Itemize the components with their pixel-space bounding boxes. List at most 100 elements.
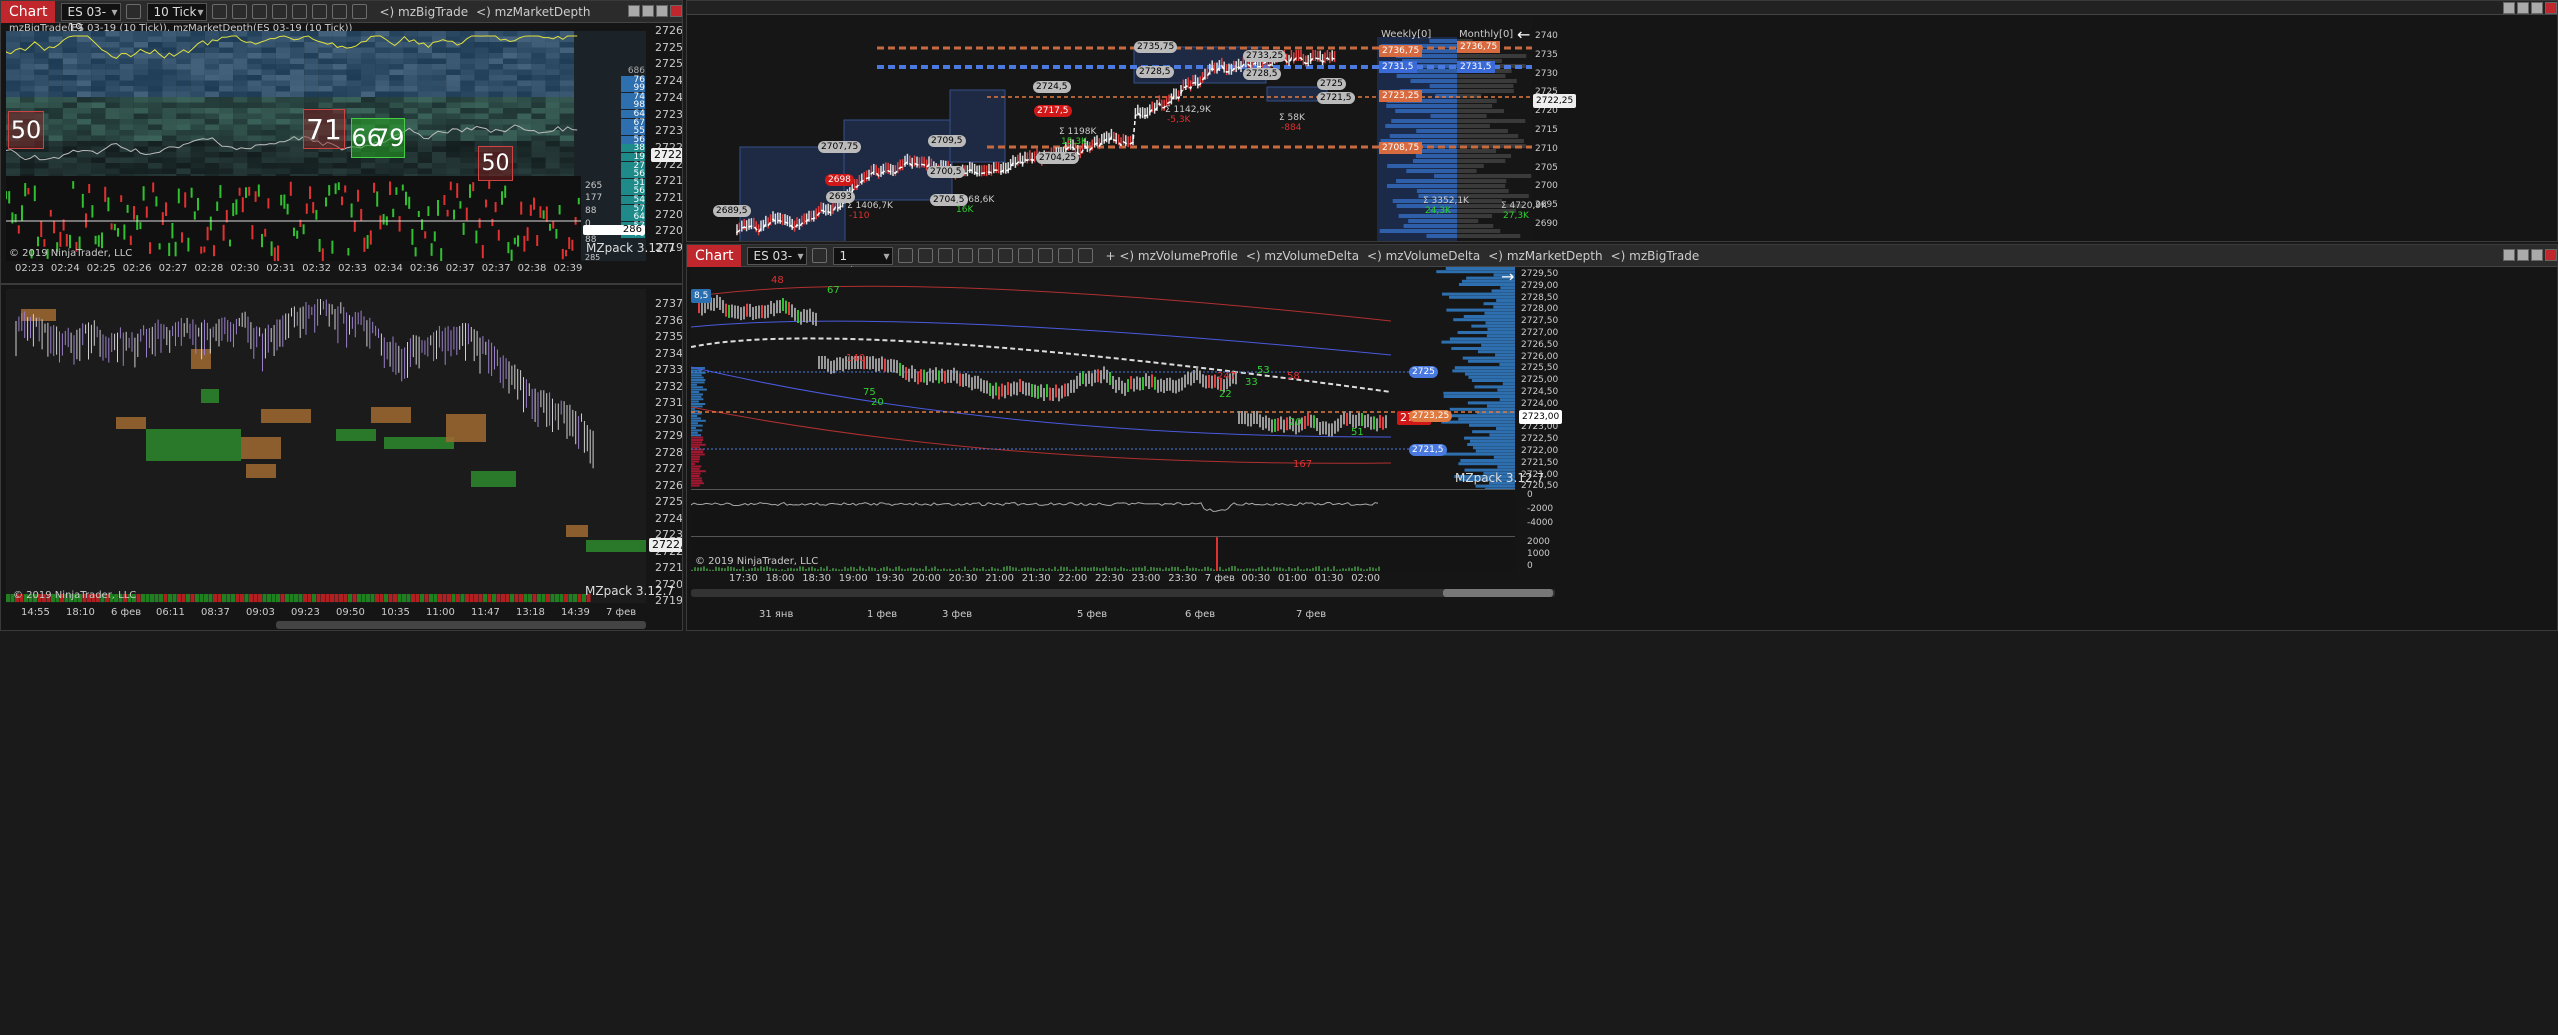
volume-bar [736,569,738,571]
scroll-thumb[interactable] [1443,589,1553,597]
chart-badge[interactable]: Chart [1,1,56,23]
interval-select[interactable]: 10 Tick [147,2,208,21]
minimize-button[interactable] [2503,2,2515,14]
depth-cell [332,36,347,42]
pointer-icon[interactable] [272,4,288,19]
zoom-out-icon[interactable] [938,248,954,263]
depth-cell [219,108,234,114]
depth-cell [432,135,447,141]
collapse-arrow-icon[interactable]: ← [1517,25,1530,44]
close-button[interactable] [670,5,682,17]
zoom-in-icon[interactable] [918,248,934,263]
chart-badge[interactable]: Chart [687,245,742,267]
time-axis[interactable]: 14:55 18:10 6 фев 06:11 08:37 09:03 09:23 09:50… [1,607,641,621]
depth-cell [361,42,376,48]
depth-cell [62,102,77,108]
search-icon[interactable] [126,4,142,19]
volume-bar [967,569,969,571]
depth-cell [375,102,390,108]
volume-bar [1234,566,1236,571]
minimize-button[interactable] [628,5,640,17]
depth-cell [517,157,532,163]
maximize-button[interactable] [2517,2,2529,14]
volume-bar [1348,567,1350,571]
indicator-button-mzbigtrade[interactable]: <) mzBigTrade [379,5,468,19]
volume-bar [1054,566,1056,571]
screenshot-icon[interactable] [1058,248,1074,263]
indicator-button-mzvolumedelta[interactable]: <) mzVolumeDelta [1246,249,1359,263]
depth-cell [346,157,361,163]
properties-icon[interactable] [998,248,1014,263]
instrument-select[interactable]: ES 03-19 [61,2,122,35]
zoom-in-icon[interactable] [232,4,248,19]
volume-bar [204,594,208,602]
big-trade-box[interactable]: 66 79 [351,118,405,158]
maximize-button[interactable] [2517,249,2529,261]
horizontal-scrollbar[interactable] [276,621,646,629]
strategies-icon[interactable] [352,4,368,19]
price-axis[interactable]: 2726,002725,502725,002724,502724,002723,… [649,24,682,266]
delta-subpanel[interactable] [691,489,1515,535]
indicator-button-mzvolumedelta-2[interactable]: <) mzVolumeDelta [1367,249,1480,263]
time-axis[interactable]: 17:30 18:00 18:30 19:00 19:30 20:00 20:30 21:00… [687,573,1517,587]
big-trade-box[interactable]: 50 [478,146,513,181]
search-icon[interactable] [812,248,828,263]
indicator-button-mzbigtrade[interactable]: <) mzBigTrade [1611,249,1700,263]
indicator-button-mzmarketdepth[interactable]: <) mzMarketDepth [1488,249,1602,263]
volume-bar [928,569,930,571]
price-axis[interactable]: 2737,002736,002735,002734,002733,002732,… [649,285,682,607]
expand-arrow-icon[interactable]: → [1501,267,1514,286]
volume-bar [172,594,177,602]
big-trade-box[interactable]: 50 [8,111,44,149]
depth-cell [346,91,361,97]
bar-type-icon[interactable] [212,4,228,19]
horizontal-scrollbar[interactable] [691,589,1555,597]
interval-select[interactable]: 1 Minute [833,246,894,279]
price-plot[interactable] [691,267,1515,489]
depth-cell [6,69,21,75]
strategies-icon[interactable] [1018,248,1034,263]
close-button[interactable] [2545,2,2557,14]
volume-bar [811,566,813,571]
depth-cell [304,152,319,158]
drawing-tools-icon[interactable] [978,248,994,263]
depth-cell [517,97,532,103]
depth-cell [162,42,177,48]
maximize-button[interactable] [642,5,654,17]
price-level-label: 2700,5 [927,166,965,178]
depth-cell [460,113,475,119]
bar-type-icon[interactable] [898,248,914,263]
depth-cell [162,163,177,169]
volume-bar [691,569,693,571]
big-trade-box[interactable]: 71 [303,109,345,149]
volume-box [21,309,56,321]
crosshair-icon[interactable] [958,248,974,263]
volume-bar [1090,567,1092,571]
share-icon[interactable] [1078,248,1094,263]
instrument-select[interactable]: ES 03-19 [747,246,808,279]
restore-button[interactable] [656,5,668,17]
zoom-out-icon[interactable] [252,4,268,19]
minimize-button[interactable] [2503,249,2515,261]
time-axis[interactable]: 02:23 02:24 02:25 02:26 02:27 02:28 02:30 02:31… [1,263,641,281]
restore-button[interactable] [2531,2,2543,14]
depth-cell [162,124,177,130]
data-box-icon[interactable] [1038,248,1054,263]
close-button[interactable] [2545,249,2557,261]
indicator-button-mzmarketdepth[interactable]: <) mzMarketDepth [476,5,590,19]
price-axis[interactable]: 2729,50 2729,00 2728,50 2728,00 2727,50 2727,… [1519,267,1559,491]
properties-icon[interactable] [332,4,348,19]
profile-bar [691,484,700,487]
volume-bar [991,567,993,571]
restore-button[interactable] [2531,249,2543,261]
depth-cell [247,168,262,174]
price-plot[interactable] [6,289,646,603]
weekly-profile-bar [1403,224,1457,228]
depth-cell [91,64,106,70]
crosshair-icon[interactable] [292,4,308,19]
drawing-tools-icon[interactable] [312,4,328,19]
profile-bar [1496,427,1515,430]
profile-bar [1499,398,1515,402]
indicator-button-mzvolumeprofile[interactable]: + <) mzVolumeProfile [1105,249,1237,263]
depth-cell [133,168,148,174]
